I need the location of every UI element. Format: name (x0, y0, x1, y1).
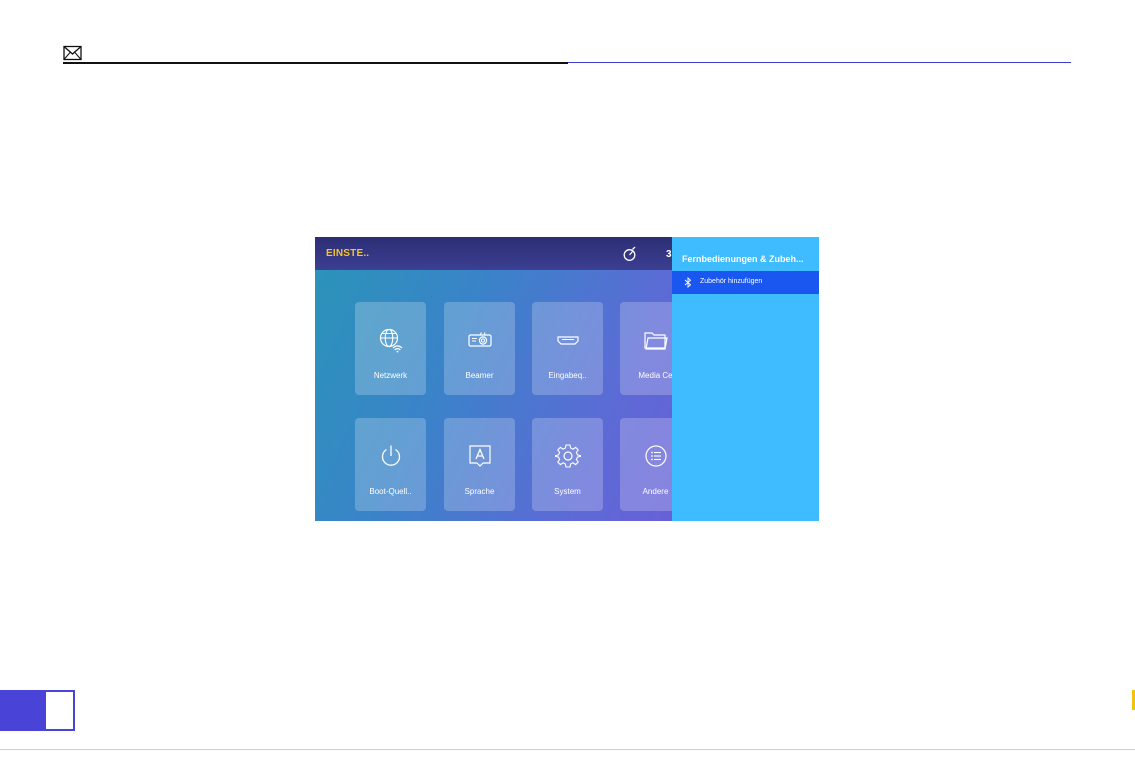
tile-netzwerk[interactable]: Netzwerk (355, 302, 426, 395)
footer-rule (0, 749, 1135, 750)
tile-label: Netzwerk (373, 371, 408, 380)
header-rule (63, 62, 568, 64)
menu-item-label: Zubehör hinzufügen (700, 278, 763, 285)
power-icon (381, 445, 401, 466)
tile-label: System (554, 487, 581, 496)
envelope-icon (63, 45, 82, 61)
tile-label: Eingabeq.. (548, 371, 587, 380)
tile-label: Sprache (464, 487, 495, 496)
tile-beamer[interactable]: Beamer (444, 302, 515, 395)
tile-boot-quelle[interactable]: Boot-Quell.. (355, 418, 426, 511)
language-a-icon (469, 445, 491, 467)
page-indicator-box (44, 690, 75, 731)
tile-label: Beamer (465, 371, 494, 380)
gear-icon (555, 444, 581, 468)
bluetooth-icon (684, 277, 692, 288)
settings-screen: EINSTE.. 3 Netzwerk Beamer Eingabeq.. Me… (315, 237, 819, 521)
media-center-folder-icon (644, 332, 668, 350)
tile-sprache[interactable]: Sprache (444, 418, 515, 511)
projector-icon (468, 332, 492, 347)
tile-eingabequelle[interactable]: Eingabeq.. (532, 302, 603, 395)
list-icon (645, 445, 667, 467)
status-count: 3 (666, 249, 672, 260)
menu-item-add-accessory[interactable]: Zubehör hinzufügen (672, 271, 819, 294)
network-globe-wifi-icon (379, 328, 403, 353)
tile-label: Boot-Quell.. (369, 487, 412, 496)
page-indicator (0, 690, 44, 731)
header-rule-accent (568, 62, 1071, 63)
side-panel: Fernbedienungen & Zubeh... Zubehör hinzu… (672, 237, 819, 521)
panel-title: Fernbedienungen & Zubeh... (682, 254, 804, 264)
hdmi-input-icon (557, 336, 579, 345)
timer-icon (623, 246, 636, 261)
tile-system[interactable]: System (532, 418, 603, 511)
page-title: EINSTE.. (326, 248, 370, 259)
top-bar: EINSTE.. 3 (315, 237, 672, 270)
